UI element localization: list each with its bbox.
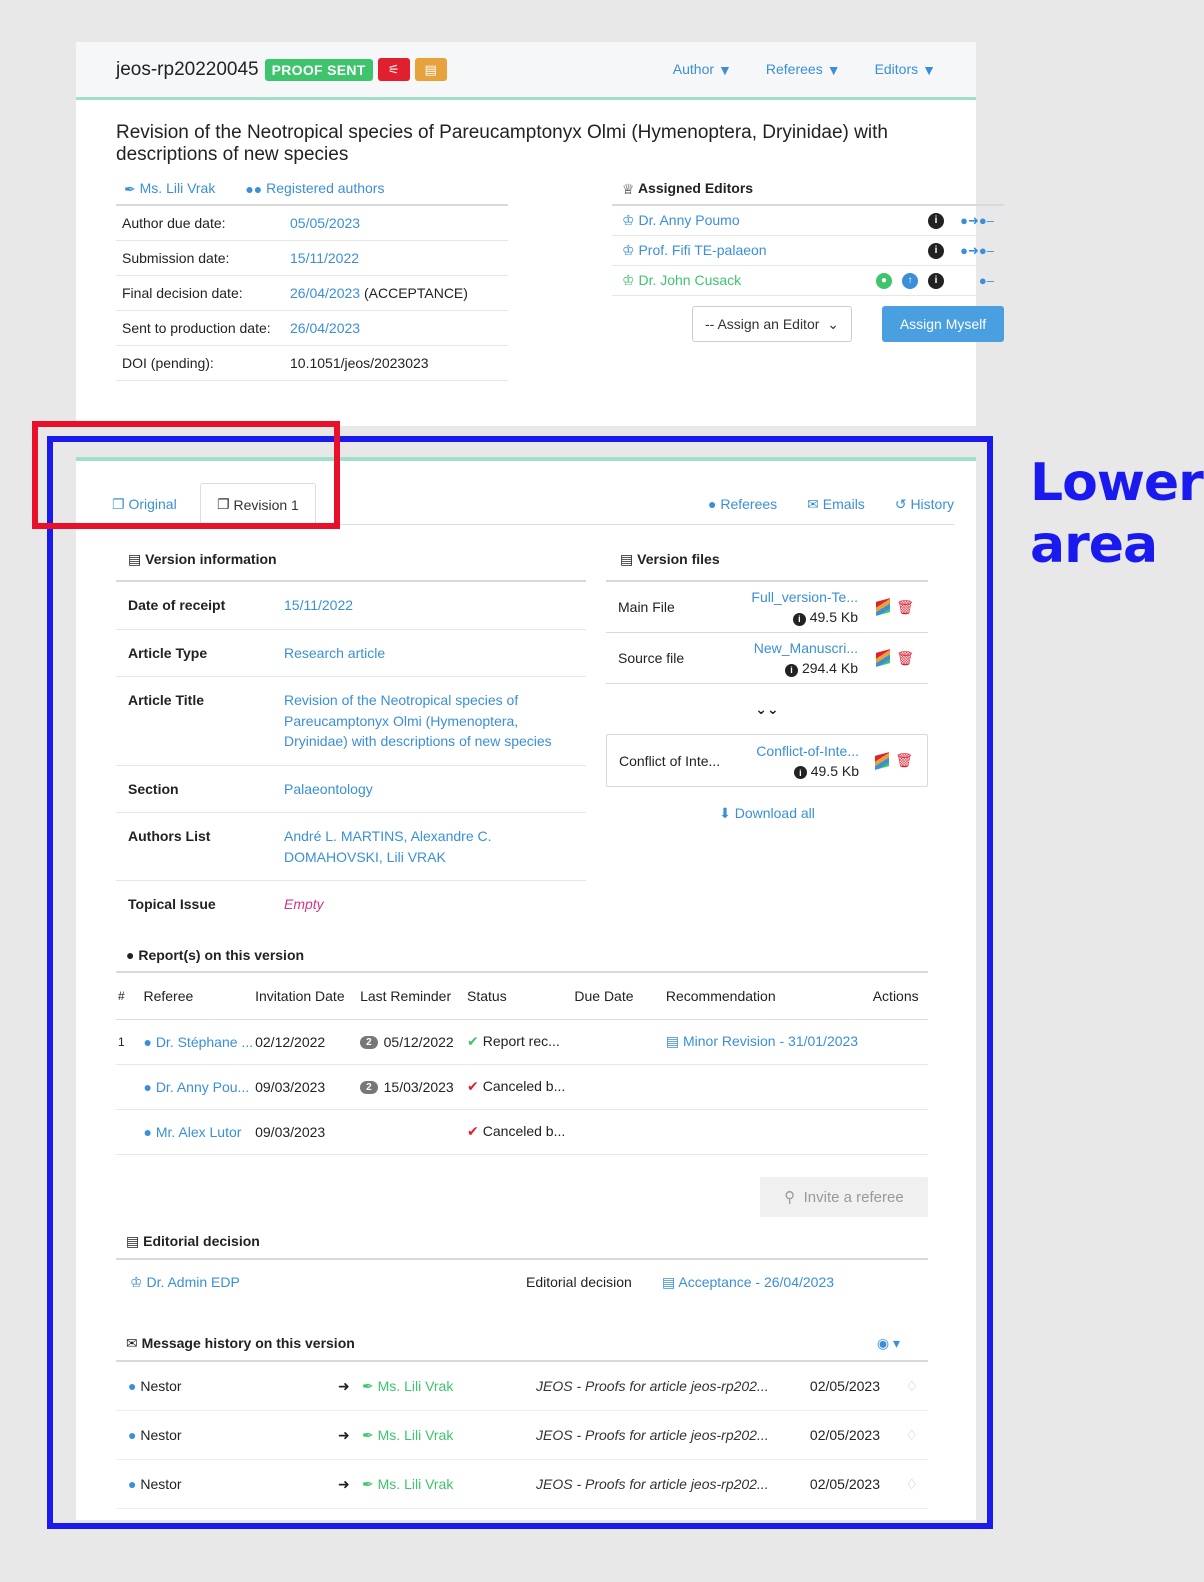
production-date[interactable]: 26/04/2023 [290, 320, 360, 336]
lower-area-highlight [47, 436, 993, 1529]
final-decision-date[interactable]: 26/04/2023 [290, 285, 360, 301]
crown-icon: ♔ [622, 272, 635, 289]
meta-row: Submission date: 15/11/2022 [116, 240, 508, 277]
editor-row: ♔ Dr. John Cusack ● ↑ i ●– [612, 266, 1004, 297]
user-actions-icon[interactable]: ●➜●– [954, 243, 994, 259]
crown-icon: ♔ [622, 242, 635, 259]
tabs-highlight [32, 421, 340, 529]
document-icon[interactable]: ▤ [414, 58, 447, 81]
tag-icon: ● [876, 272, 892, 289]
assign-myself-button[interactable]: Assign Myself [882, 306, 1004, 343]
remove-user-icon[interactable]: ●– [954, 273, 994, 288]
author-due-date[interactable]: 05/05/2023 [290, 215, 360, 231]
info-icon[interactable]: i [928, 212, 944, 229]
lower-area-label: Lower area [1030, 453, 1204, 575]
user-actions-icon[interactable]: ●➜●– [954, 213, 994, 229]
users-icon: ●● [245, 181, 263, 198]
manuscript-header: jeos-rp20220045 PROOF SENT ⚟ ▤ Author ▼ R… [76, 42, 976, 100]
info-icon[interactable]: i [928, 242, 944, 259]
pdf-icon[interactable]: ⚟ [377, 58, 410, 81]
assigned-editors-title: Assigned Editors [637, 180, 754, 196]
chevron-down-icon: ▼ [718, 62, 732, 79]
crown-icon: ♔ [622, 212, 635, 229]
manuscript-summary-card: jeos-rp20220045 PROOF SENT ⚟ ▤ Author ▼ R… [76, 42, 1004, 426]
meta-table: Author due date: 05/05/2023 Submission da… [116, 206, 508, 382]
chevron-down-icon: ▼ [826, 62, 841, 79]
status-badge: PROOF SENT [264, 58, 373, 81]
referees-menu[interactable]: Referees ▼ [766, 61, 841, 78]
crown-icon: ♕ [622, 181, 635, 198]
author-menu[interactable]: Author ▼ [673, 61, 732, 78]
info-icon[interactable]: i [928, 272, 944, 289]
feather-icon: ✒ [124, 181, 136, 198]
assign-editor-select[interactable]: -- Assign an Editor ⌄ [692, 306, 852, 343]
manuscript-id: jeos-rp20220045 [116, 58, 259, 80]
editor-link[interactable]: ♔ Prof. Fifi TE-palaeon [622, 242, 928, 259]
submission-date[interactable]: 15/11/2022 [290, 250, 359, 266]
editor-row: ♔ Prof. Fifi TE-palaeon i ●➜●– [612, 236, 1004, 267]
pin-icon: ↑ [902, 272, 918, 289]
editors-menu[interactable]: Editors ▼ [875, 61, 936, 78]
assigned-editors: ♕ Assigned Editors ♔ Dr. Anny Poumo i ●➜●… [612, 180, 1004, 343]
registered-authors-link[interactable]: ●● Registered authors [245, 180, 384, 196]
corresponding-author-link[interactable]: ✒ Ms. Lili Vrak [124, 180, 215, 196]
manuscript-meta: ✒ Ms. Lili Vrak ●● Registered authors Au… [116, 180, 508, 382]
meta-row: Author due date: 05/05/2023 [116, 206, 508, 242]
meta-row: Final decision date: 26/04/2023 (ACCEPTAN… [116, 275, 508, 312]
chevron-down-icon: ⌄ [827, 315, 839, 332]
header-nav: Author ▼ Referees ▼ Editors ▼ [673, 61, 936, 78]
editor-row: ♔ Dr. Anny Poumo i ●➜●– [612, 206, 1004, 237]
meta-row: Sent to production date: 26/04/2023 [116, 310, 508, 347]
doi-value: 10.1051/jeos/2023023 [290, 355, 429, 372]
chevron-down-icon: ▼ [922, 62, 936, 79]
editor-link[interactable]: ♔ Dr. Anny Poumo [622, 212, 928, 229]
editor-link[interactable]: ♔ Dr. John Cusack [622, 272, 876, 289]
article-title: Revision of the Neotropical species of P… [116, 122, 888, 165]
meta-row: DOI (pending): 10.1051/jeos/2023023 [116, 345, 508, 382]
